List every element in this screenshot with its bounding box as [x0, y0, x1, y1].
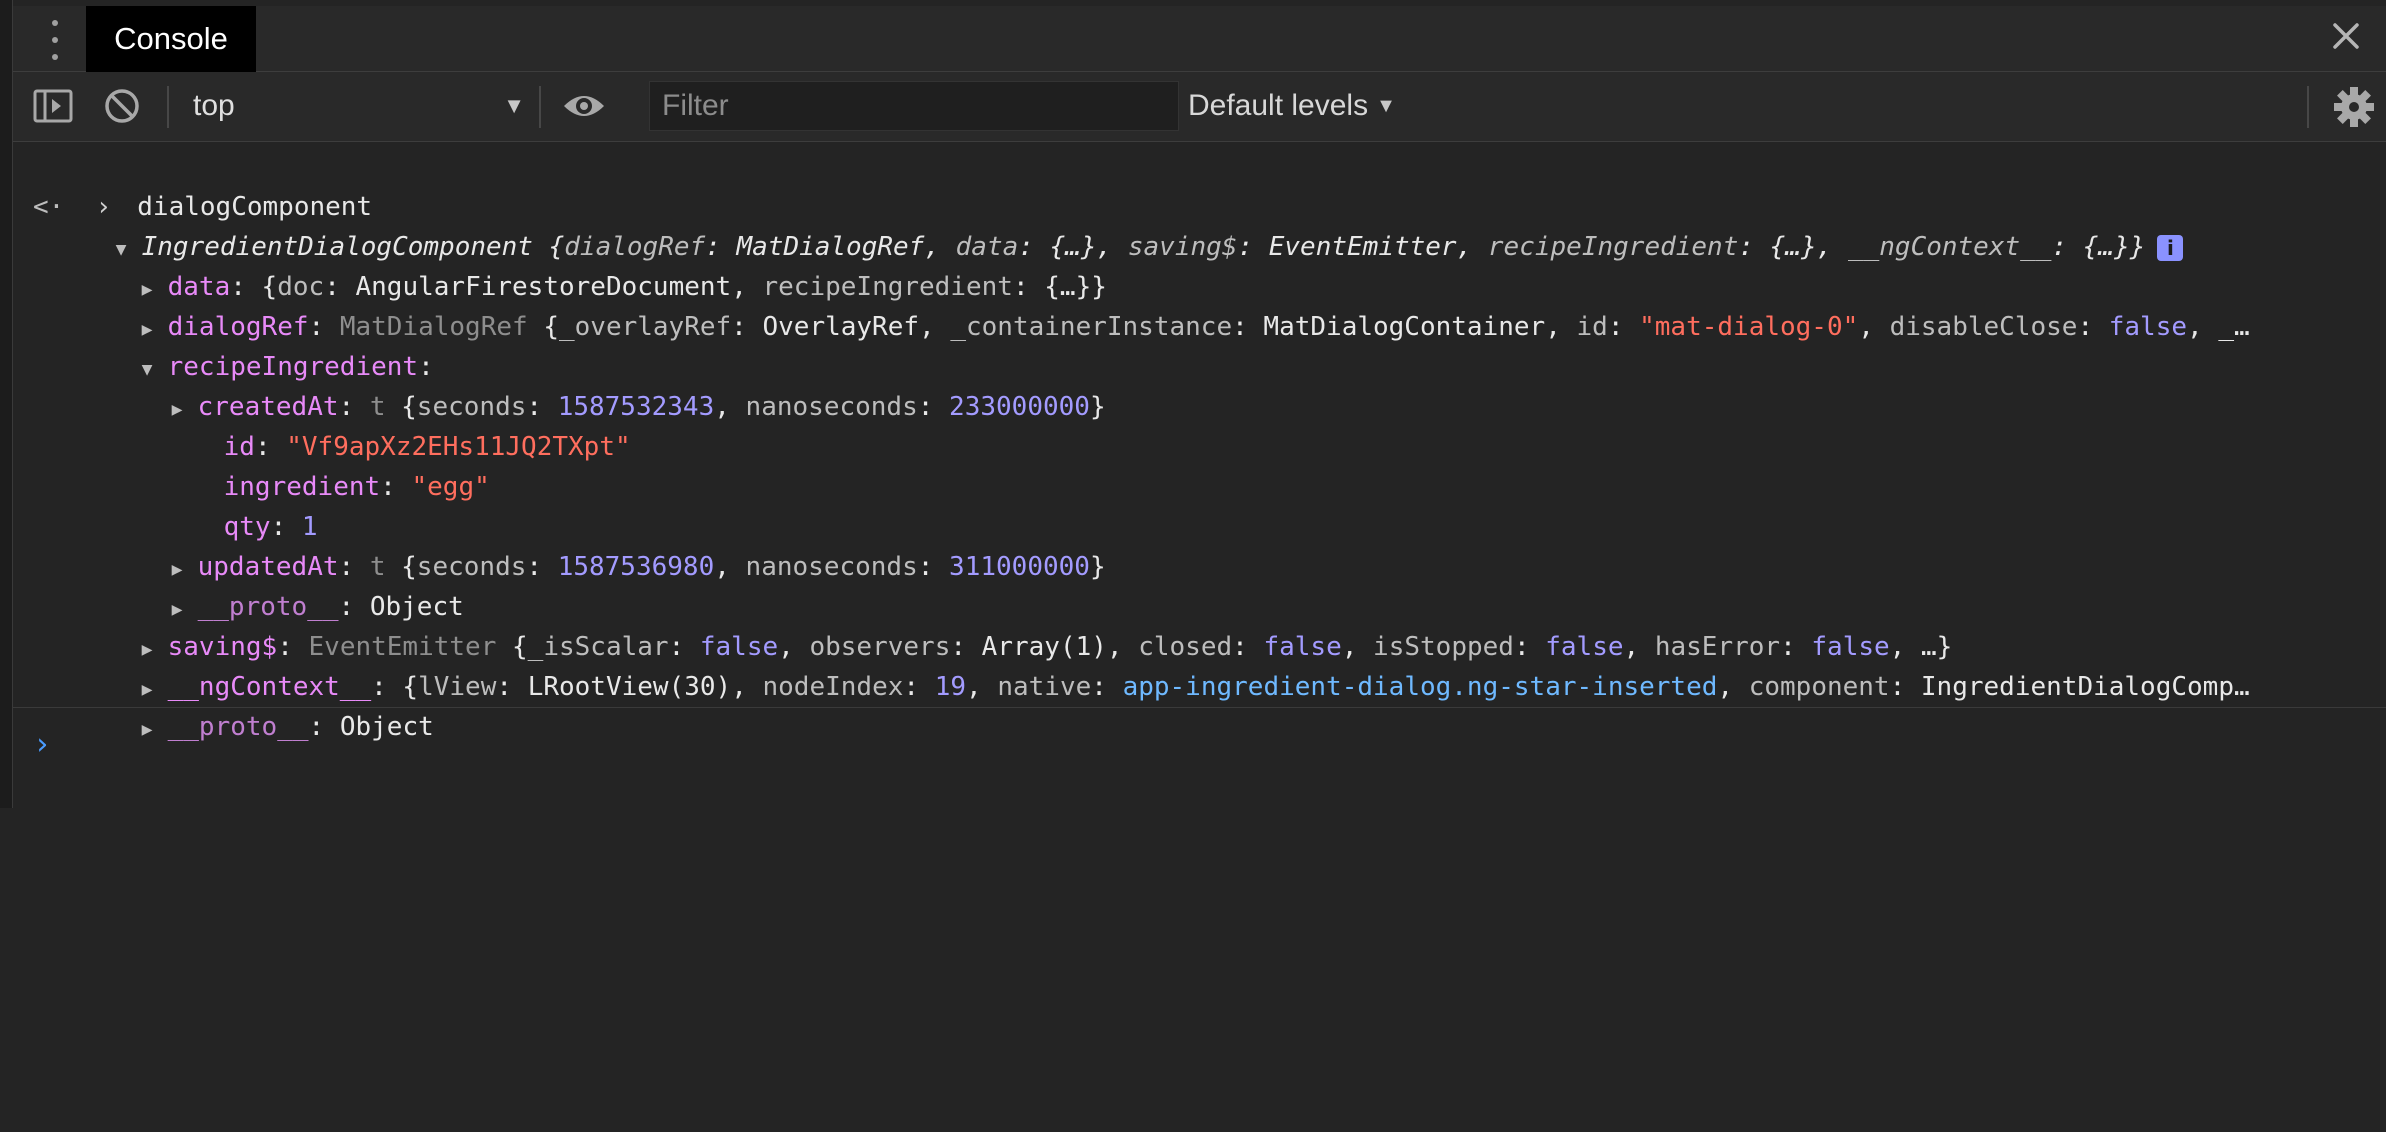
console-output[interactable]: › dialogComponent <· ▼ IngredientDialogCom… — [13, 142, 2386, 808]
show-sidebar-icon[interactable] — [33, 88, 73, 124]
property-row-saving[interactable]: ▶ saving$: EventEmitter {_isScalar: false… — [79, 587, 1953, 662]
property-row-data[interactable]: ▶ data: {doc: AngularFirestoreDocument, r… — [79, 227, 1107, 302]
console-input-entry: › dialogComponent — [13, 147, 372, 222]
context-value: top — [193, 89, 235, 122]
execution-context-select[interactable]: top ▼ — [193, 84, 533, 128]
levels-label: Default levels — [1188, 89, 1369, 122]
info-icon[interactable]: i — [2157, 234, 2184, 261]
log-levels-dropdown[interactable]: Default levels ▼ — [1188, 84, 1396, 128]
toolbar-divider — [539, 86, 541, 128]
property-row-createdat[interactable]: ▶ createdAt: t {seconds: 1587532343, nano… — [109, 347, 1106, 422]
toolbar-divider — [167, 86, 169, 128]
panel-resize-edge[interactable] — [0, 0, 13, 808]
clear-console-icon[interactable] — [103, 87, 141, 125]
dropdown-arrow-icon: ▼ — [503, 93, 525, 118]
console-prompt-icon[interactable]: › — [33, 725, 51, 765]
property-row-proto[interactable]: ▶ __proto__: Object — [79, 667, 434, 742]
property-row-dialogref[interactable]: ▶ dialogRef: MatDialogRef {_overlayRef: O… — [79, 267, 2250, 342]
object-root-row[interactable]: ▼ IngredientDialogComponent {dialogRef: M… — [53, 187, 2184, 262]
property-row-ingredient: ingredient: "egg" — [223, 472, 490, 502]
toolbar-divider — [2307, 86, 2309, 128]
property-row-proto-inner[interactable]: ▶ __proto__: Object — [109, 547, 464, 622]
property-row-qty: qty: 1 — [223, 512, 318, 542]
property-row-updatedat[interactable]: ▶ updatedAt: t {seconds: 1587536980, nano… — [109, 507, 1106, 582]
gear-icon[interactable] — [2332, 85, 2376, 129]
console-divider — [13, 707, 2386, 708]
drawer-tab-bar: Console — [13, 6, 2386, 72]
collapsed-triangle-icon[interactable]: ▶ — [142, 710, 168, 750]
dropdown-arrow-icon: ▼ — [1376, 94, 1396, 117]
close-icon[interactable] — [2326, 16, 2366, 56]
more-tools-icon[interactable] — [43, 20, 67, 60]
tab-console[interactable]: Console — [86, 6, 256, 72]
live-expression-eye-icon[interactable] — [561, 88, 607, 124]
property-row-id: id: "Vf9apXz2EHs11JQ2TXpt" — [223, 432, 631, 462]
property-row-recipeingredient[interactable]: ▼ recipeIngredient: — [79, 307, 434, 382]
filter-input[interactable] — [649, 81, 1179, 131]
console-toolbar: top ▼ Default levels ▼ — [13, 72, 2386, 142]
property-row-ngcontext[interactable]: ▶ __ngContext__: {lView: LRootView(30), n… — [79, 627, 2250, 702]
